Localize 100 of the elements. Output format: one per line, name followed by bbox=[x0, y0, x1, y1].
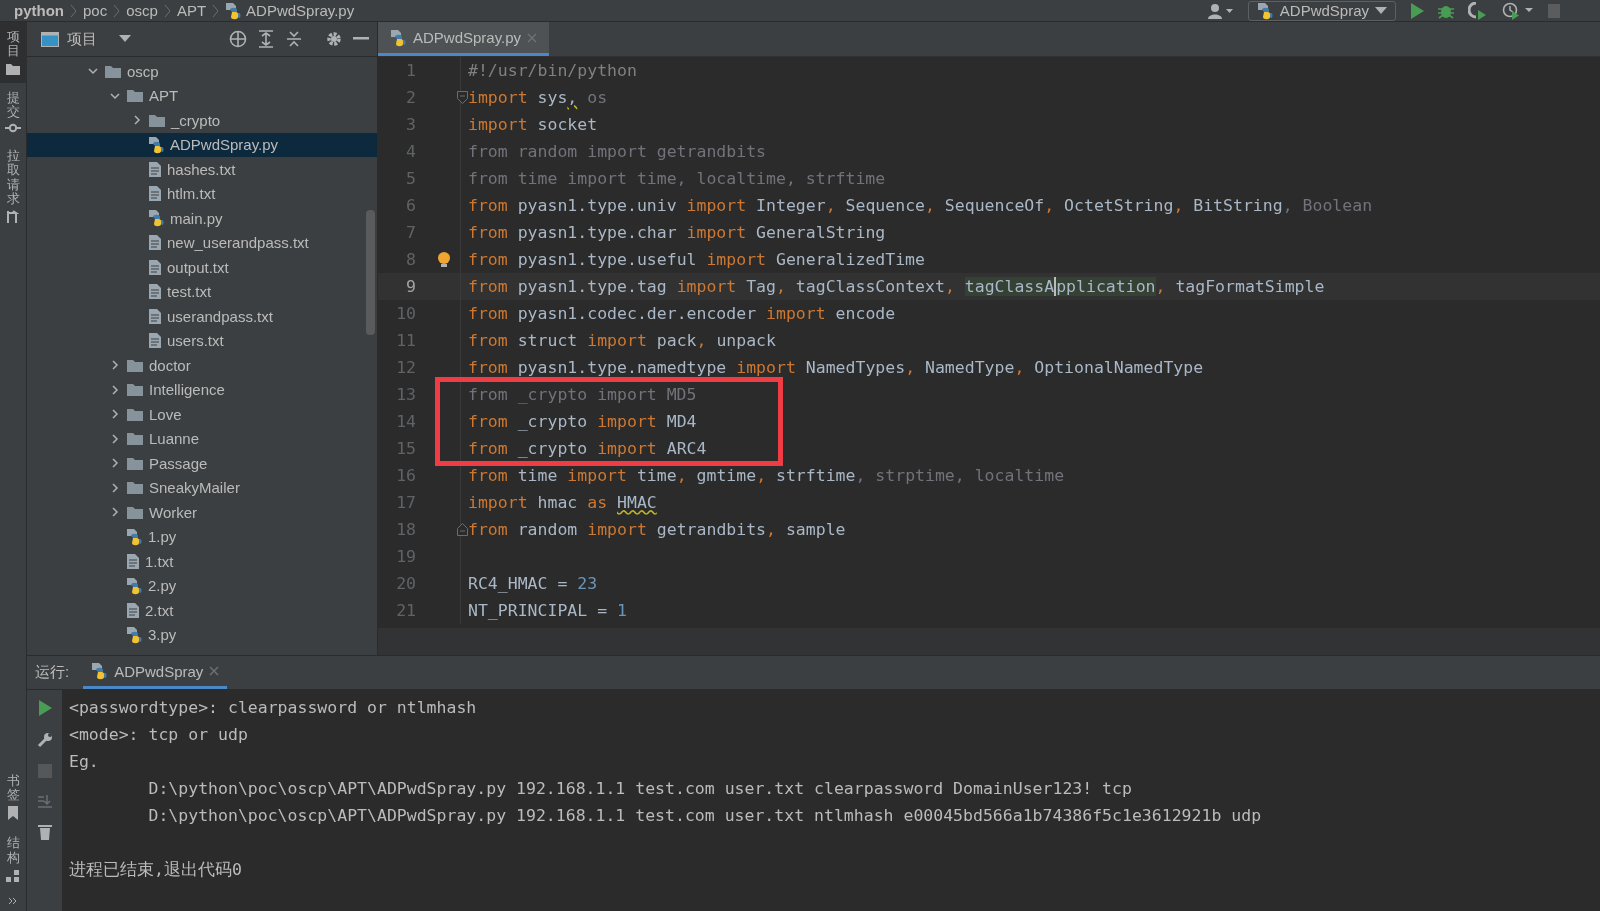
line-number: 8 bbox=[405, 250, 416, 269]
tree-item[interactable]: Worker bbox=[27, 500, 377, 525]
chevron-right-icon[interactable] bbox=[109, 432, 121, 445]
expand-all-icon[interactable] bbox=[257, 30, 275, 48]
tree-item[interactable]: htlm.txt bbox=[27, 181, 377, 206]
tool-window-tab[interactable]: 书签 bbox=[0, 765, 27, 829]
chevron-right-icon[interactable] bbox=[109, 359, 121, 372]
tree-item[interactable]: 2.py bbox=[27, 573, 377, 598]
tree-item[interactable]: _crypto bbox=[27, 108, 377, 133]
breadcrumb-item[interactable]: ADPwdSpray.py bbox=[225, 1, 355, 20]
folder-icon[interactable] bbox=[6, 62, 20, 75]
code-line: from random import getrandbits bbox=[468, 142, 766, 161]
tree-item[interactable]: test.txt bbox=[27, 279, 377, 304]
text-file-icon bbox=[148, 185, 162, 203]
run-icon[interactable] bbox=[1410, 2, 1424, 19]
file-name: ADPwdSpray.py bbox=[170, 136, 279, 154]
tool-window-tab[interactable]: 提交 bbox=[0, 82, 27, 142]
user-icon[interactable] bbox=[1207, 2, 1234, 19]
fold-icon[interactable] bbox=[457, 91, 468, 104]
tree-item[interactable]: 1.py bbox=[27, 524, 377, 549]
breadcrumb-item[interactable]: poc bbox=[83, 2, 108, 19]
tree-item[interactable]: output.txt bbox=[27, 255, 377, 280]
text-file-icon bbox=[148, 160, 162, 178]
minimize-icon[interactable] bbox=[353, 37, 369, 41]
tree-item[interactable]: users.txt bbox=[27, 328, 377, 353]
tree-item[interactable]: SneakyMailer bbox=[27, 475, 377, 500]
file-name: doctor bbox=[149, 356, 191, 374]
tree-item[interactable]: APT bbox=[27, 83, 377, 108]
profiler-icon[interactable] bbox=[1502, 1, 1534, 20]
run-configuration-dropdown[interactable]: ADPwdSpray bbox=[1247, 0, 1396, 21]
code-line: from _crypto import MD4 bbox=[468, 412, 697, 431]
run-tab[interactable]: ADPwdSpray bbox=[83, 656, 228, 689]
settings-icon[interactable] bbox=[325, 30, 343, 48]
tree-item[interactable]: userandpass.txt bbox=[27, 304, 377, 329]
line-number: 10 bbox=[395, 304, 416, 323]
code-line: #!/usr/bin/python bbox=[468, 61, 637, 80]
locate-icon[interactable] bbox=[229, 30, 247, 48]
window-icon[interactable] bbox=[41, 31, 59, 47]
collapse-all-icon[interactable] bbox=[285, 30, 303, 48]
python-file-icon bbox=[148, 209, 165, 228]
chevron-right-icon[interactable] bbox=[109, 506, 121, 519]
rerun-icon[interactable] bbox=[37, 700, 52, 716]
caret-icon[interactable] bbox=[1375, 6, 1387, 15]
wrench-icon[interactable] bbox=[36, 732, 53, 748]
code-line: RC4_HMAC = 23 bbox=[468, 574, 598, 593]
tool-window-tab[interactable]: 结构 bbox=[0, 828, 27, 891]
file-name: 1.py bbox=[148, 528, 177, 546]
tree-item[interactable]: Luanne bbox=[27, 426, 377, 451]
editor-tab[interactable]: ADPwdSpray.py bbox=[378, 22, 550, 56]
console-line: D:\python\poc\oscp\APT\ADPwdSpray.py 192.168.1.1 test.com user.txt ntlmhash e00045bd566a1b74386f5c1e3612921b udp bbox=[147, 805, 1262, 827]
exit-message: 进程已结束,退出代码0 bbox=[69, 859, 243, 881]
chevron-right-icon[interactable] bbox=[131, 114, 143, 127]
tree-item[interactable]: new_userandpass.txt bbox=[27, 230, 377, 255]
chevron-right-icon[interactable] bbox=[109, 457, 121, 470]
text-file-icon bbox=[148, 332, 162, 350]
folder-icon bbox=[126, 406, 144, 422]
code-line: from struct import pack, unpack bbox=[468, 331, 776, 350]
file-name: _crypto bbox=[171, 111, 221, 129]
fold-icon[interactable] bbox=[457, 523, 468, 536]
text-file-icon bbox=[148, 258, 162, 276]
file-name: 3.py bbox=[148, 626, 177, 644]
tree-item[interactable]: Intelligence bbox=[27, 377, 377, 402]
trash-icon[interactable] bbox=[37, 824, 52, 840]
tree-item[interactable]: Love bbox=[27, 402, 377, 427]
tool-window-tab[interactable]: 拉取请求 bbox=[0, 141, 27, 233]
project-view-dropdown[interactable]: 项目 bbox=[41, 29, 131, 49]
chevron-right-icon[interactable] bbox=[109, 408, 121, 421]
more-icon[interactable] bbox=[8, 897, 18, 905]
coverage-icon[interactable] bbox=[1468, 1, 1488, 20]
tree-item[interactable]: doctor bbox=[27, 353, 377, 378]
text-file-icon bbox=[148, 283, 162, 301]
caret-icon[interactable] bbox=[119, 35, 131, 43]
line-number: 7 bbox=[405, 223, 416, 242]
breadcrumb-item[interactable]: APT bbox=[176, 2, 207, 19]
chevron-right-icon[interactable] bbox=[109, 383, 121, 396]
tool-window-tab[interactable]: 项目 bbox=[0, 22, 27, 83]
code-line: from _crypto import MD5 bbox=[468, 385, 697, 404]
file-name: SneakyMailer bbox=[149, 479, 240, 497]
breadcrumb-item[interactable]: python bbox=[14, 2, 64, 19]
structure-icon[interactable] bbox=[6, 869, 20, 883]
bookmark-icon[interactable] bbox=[7, 806, 19, 821]
text-file-icon bbox=[148, 234, 162, 252]
tree-item[interactable]: main.py bbox=[27, 206, 377, 231]
tree-item[interactable]: hashes.txt bbox=[27, 157, 377, 182]
line-number: 1 bbox=[405, 61, 416, 80]
tree-item[interactable]: oscp bbox=[27, 59, 377, 84]
line-number: 21 bbox=[395, 601, 416, 620]
pull-request-icon[interactable] bbox=[6, 210, 20, 225]
tree-item[interactable]: ADPwdSpray.py bbox=[27, 132, 377, 157]
commit-icon[interactable] bbox=[5, 123, 21, 134]
tree-item[interactable]: 1.txt bbox=[27, 549, 377, 574]
breadcrumb-item[interactable]: oscp bbox=[126, 2, 158, 19]
scrollbar-thumb[interactable] bbox=[366, 210, 375, 335]
tree-item[interactable]: 3.py bbox=[27, 622, 377, 647]
tree-item[interactable]: 2.txt bbox=[27, 598, 377, 623]
chevron-right-icon[interactable] bbox=[109, 481, 121, 494]
file-name: Passage bbox=[149, 454, 208, 472]
tree-item[interactable]: Passage bbox=[27, 451, 377, 476]
lightbulb-icon[interactable] bbox=[437, 250, 451, 269]
line-number: 6 bbox=[405, 196, 416, 215]
